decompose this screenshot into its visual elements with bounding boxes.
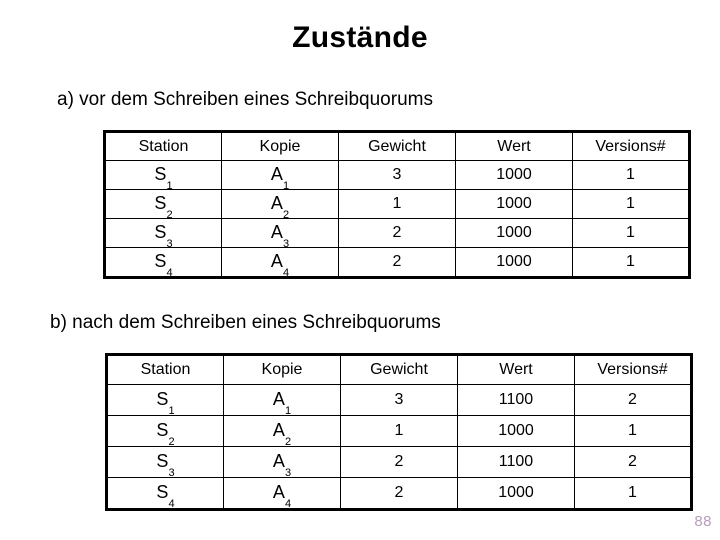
cell-kopie: A3 (223, 446, 341, 478)
column-header-kopie: Kopie (223, 354, 341, 385)
cell-kopie: A2 (223, 415, 341, 447)
cell-kopie: A1 (223, 384, 341, 416)
cell-wert: 1000 (457, 477, 575, 510)
page-title: Zustände (292, 21, 428, 54)
cell-wert: 1000 (455, 218, 573, 248)
state-table-before-write: Station Kopie Gewicht Wert Versions# S1 … (103, 130, 691, 279)
table-row: S3 A3 2 1000 1 (104, 218, 690, 249)
cell-wert: 1000 (455, 160, 573, 190)
cell-gewicht: 1 (340, 415, 458, 447)
state-table-after-write: Station Kopie Gewicht Wert Versions# S1 … (105, 353, 693, 511)
cell-kopie: A2 (221, 189, 339, 220)
cell-kopie: A4 (223, 477, 341, 510)
column-header-wert: Wert (457, 354, 575, 385)
column-header-gewicht: Gewicht (338, 131, 456, 161)
cell-station: S2 (104, 189, 222, 220)
cell-version: 1 (574, 415, 692, 447)
column-header-gewicht: Gewicht (340, 354, 458, 385)
column-header-kopie: Kopie (221, 131, 339, 161)
cell-gewicht: 3 (340, 384, 458, 416)
table-row: S2 A2 1 1000 1 (106, 415, 692, 447)
section-a-caption: a) vor dem Schreiben eines Schreibquorum… (57, 89, 433, 110)
cell-version: 1 (572, 160, 690, 190)
cell-version: 1 (572, 247, 690, 278)
slide: Zustände a) vor dem Schreiben eines Schr… (0, 0, 720, 540)
column-header-station: Station (104, 131, 222, 161)
table-row: S1 A1 3 1000 1 (104, 160, 690, 191)
cell-station: S1 (104, 160, 222, 191)
cell-gewicht: 2 (338, 247, 456, 278)
column-header-station: Station (106, 354, 224, 385)
cell-gewicht: 2 (338, 218, 456, 248)
page-number: 88 (694, 513, 712, 530)
cell-wert: 1100 (457, 446, 575, 478)
section-b-caption: b) nach dem Schreiben eines Schreibquoru… (50, 312, 441, 333)
cell-wert: 1100 (457, 384, 575, 416)
cell-gewicht: 3 (338, 160, 456, 190)
cell-kopie: A4 (221, 247, 339, 278)
table-row: S3 A3 2 1100 2 (106, 446, 692, 478)
table-row: S4 A4 2 1000 1 (104, 247, 690, 278)
cell-version: 1 (574, 477, 692, 510)
table-row: S4 A4 2 1000 1 (106, 477, 692, 510)
cell-wert: 1000 (457, 415, 575, 447)
table-header-row: Station Kopie Gewicht Wert Versions# (104, 131, 690, 161)
table-row: S1 A1 3 1100 2 (106, 384, 692, 416)
cell-gewicht: 1 (338, 189, 456, 219)
column-header-versions: Versions# (574, 354, 692, 385)
cell-kopie: A1 (221, 160, 339, 191)
cell-gewicht: 2 (340, 446, 458, 478)
cell-gewicht: 2 (340, 477, 458, 510)
cell-station: S3 (106, 446, 224, 478)
cell-wert: 1000 (455, 189, 573, 219)
cell-station: S1 (106, 384, 224, 416)
column-header-versions: Versions# (572, 131, 690, 161)
cell-station: S3 (104, 218, 222, 249)
table-header-row: Station Kopie Gewicht Wert Versions# (106, 354, 692, 385)
cell-kopie: A3 (221, 218, 339, 249)
cell-version: 2 (574, 384, 692, 416)
cell-station: S2 (106, 415, 224, 447)
cell-station: S4 (104, 247, 222, 278)
cell-version: 1 (572, 218, 690, 248)
cell-version: 1 (572, 189, 690, 219)
cell-station: S4 (106, 477, 224, 510)
table-row: S2 A2 1 1000 1 (104, 189, 690, 220)
column-header-wert: Wert (455, 131, 573, 161)
cell-version: 2 (574, 446, 692, 478)
cell-wert: 1000 (455, 247, 573, 278)
